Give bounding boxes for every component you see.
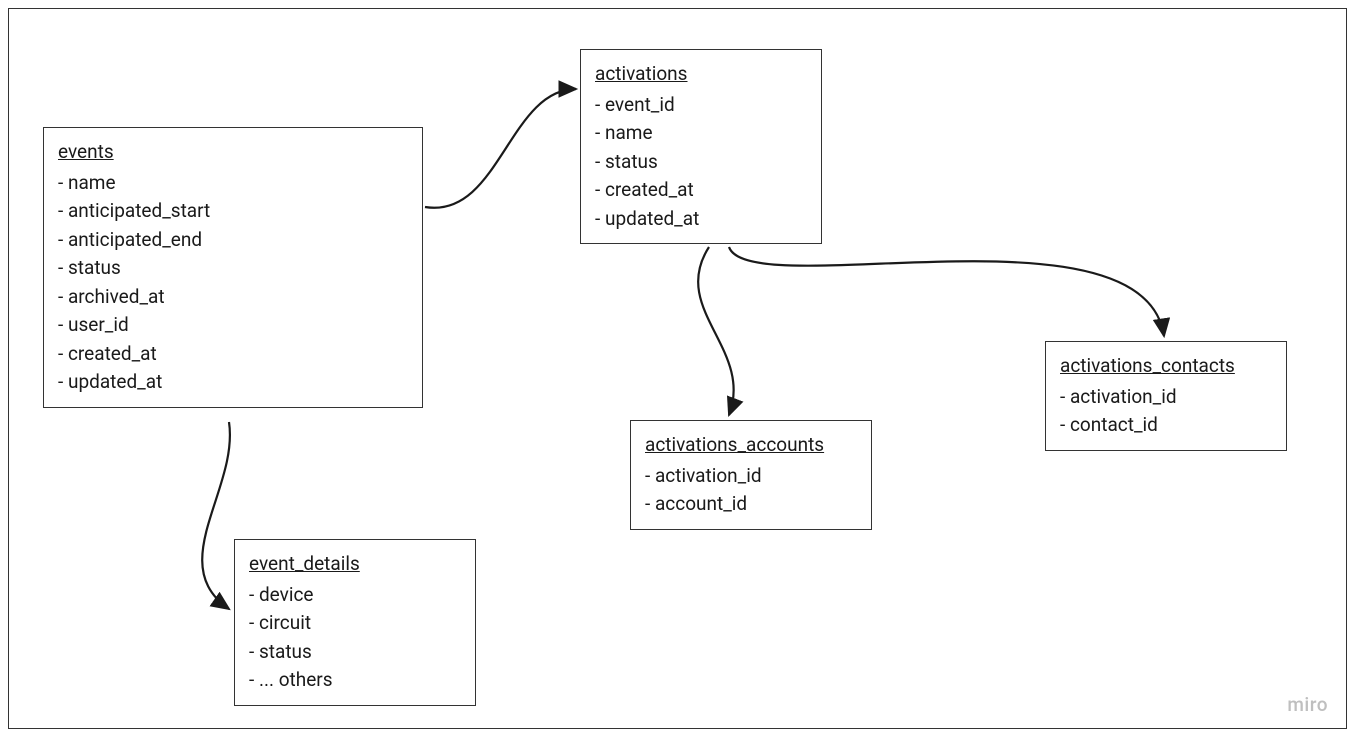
entity-field: - anticipated_start: [58, 197, 408, 226]
arrow-events-to-event-details: [202, 422, 230, 609]
entity-title: activations_accounts: [645, 431, 857, 460]
entity-field: - anticipated_end: [58, 226, 408, 255]
entity-field: - account_id: [645, 490, 857, 519]
arrow-events-to-activations: [425, 89, 576, 208]
arrow-activations-to-activations-contacts: [729, 247, 1164, 336]
entity-field: - archived_at: [58, 283, 408, 312]
entity-field: - user_id: [58, 311, 408, 340]
entity-activations[interactable]: activations - event_id - name - status -…: [580, 49, 822, 244]
entity-field: - circuit: [249, 609, 461, 638]
entity-field: - activation_id: [1060, 383, 1272, 412]
entity-field: - name: [58, 169, 408, 198]
entity-field: - contact_id: [1060, 411, 1272, 440]
entity-field: - created_at: [595, 176, 807, 205]
entity-field: - device: [249, 581, 461, 610]
entity-field: - updated_at: [595, 205, 807, 234]
entity-activations-accounts[interactable]: activations_accounts - activation_id - a…: [630, 420, 872, 530]
entity-title: activations: [595, 60, 807, 89]
entity-field: - name: [595, 119, 807, 148]
entity-field: - status: [595, 148, 807, 177]
entity-field: - activation_id: [645, 462, 857, 491]
entity-field: - ... others: [249, 666, 461, 695]
entity-events[interactable]: events - name - anticipated_start - anti…: [43, 127, 423, 408]
entity-title: events: [58, 138, 408, 167]
diagram-canvas[interactable]: events - name - anticipated_start - anti…: [8, 8, 1347, 729]
entity-field: - status: [249, 638, 461, 667]
entity-title: activations_contacts: [1060, 352, 1272, 381]
entity-field: - updated_at: [58, 368, 408, 397]
watermark-miro: miro: [1287, 693, 1328, 716]
arrow-activations-to-activations-accounts: [698, 247, 734, 415]
entity-field: - status: [58, 254, 408, 283]
entity-title: event_details: [249, 550, 461, 579]
entity-event-details[interactable]: event_details - device - circuit - statu…: [234, 539, 476, 706]
entity-activations-contacts[interactable]: activations_contacts - activation_id - c…: [1045, 341, 1287, 451]
entity-field: - event_id: [595, 91, 807, 120]
entity-field: - created_at: [58, 340, 408, 369]
